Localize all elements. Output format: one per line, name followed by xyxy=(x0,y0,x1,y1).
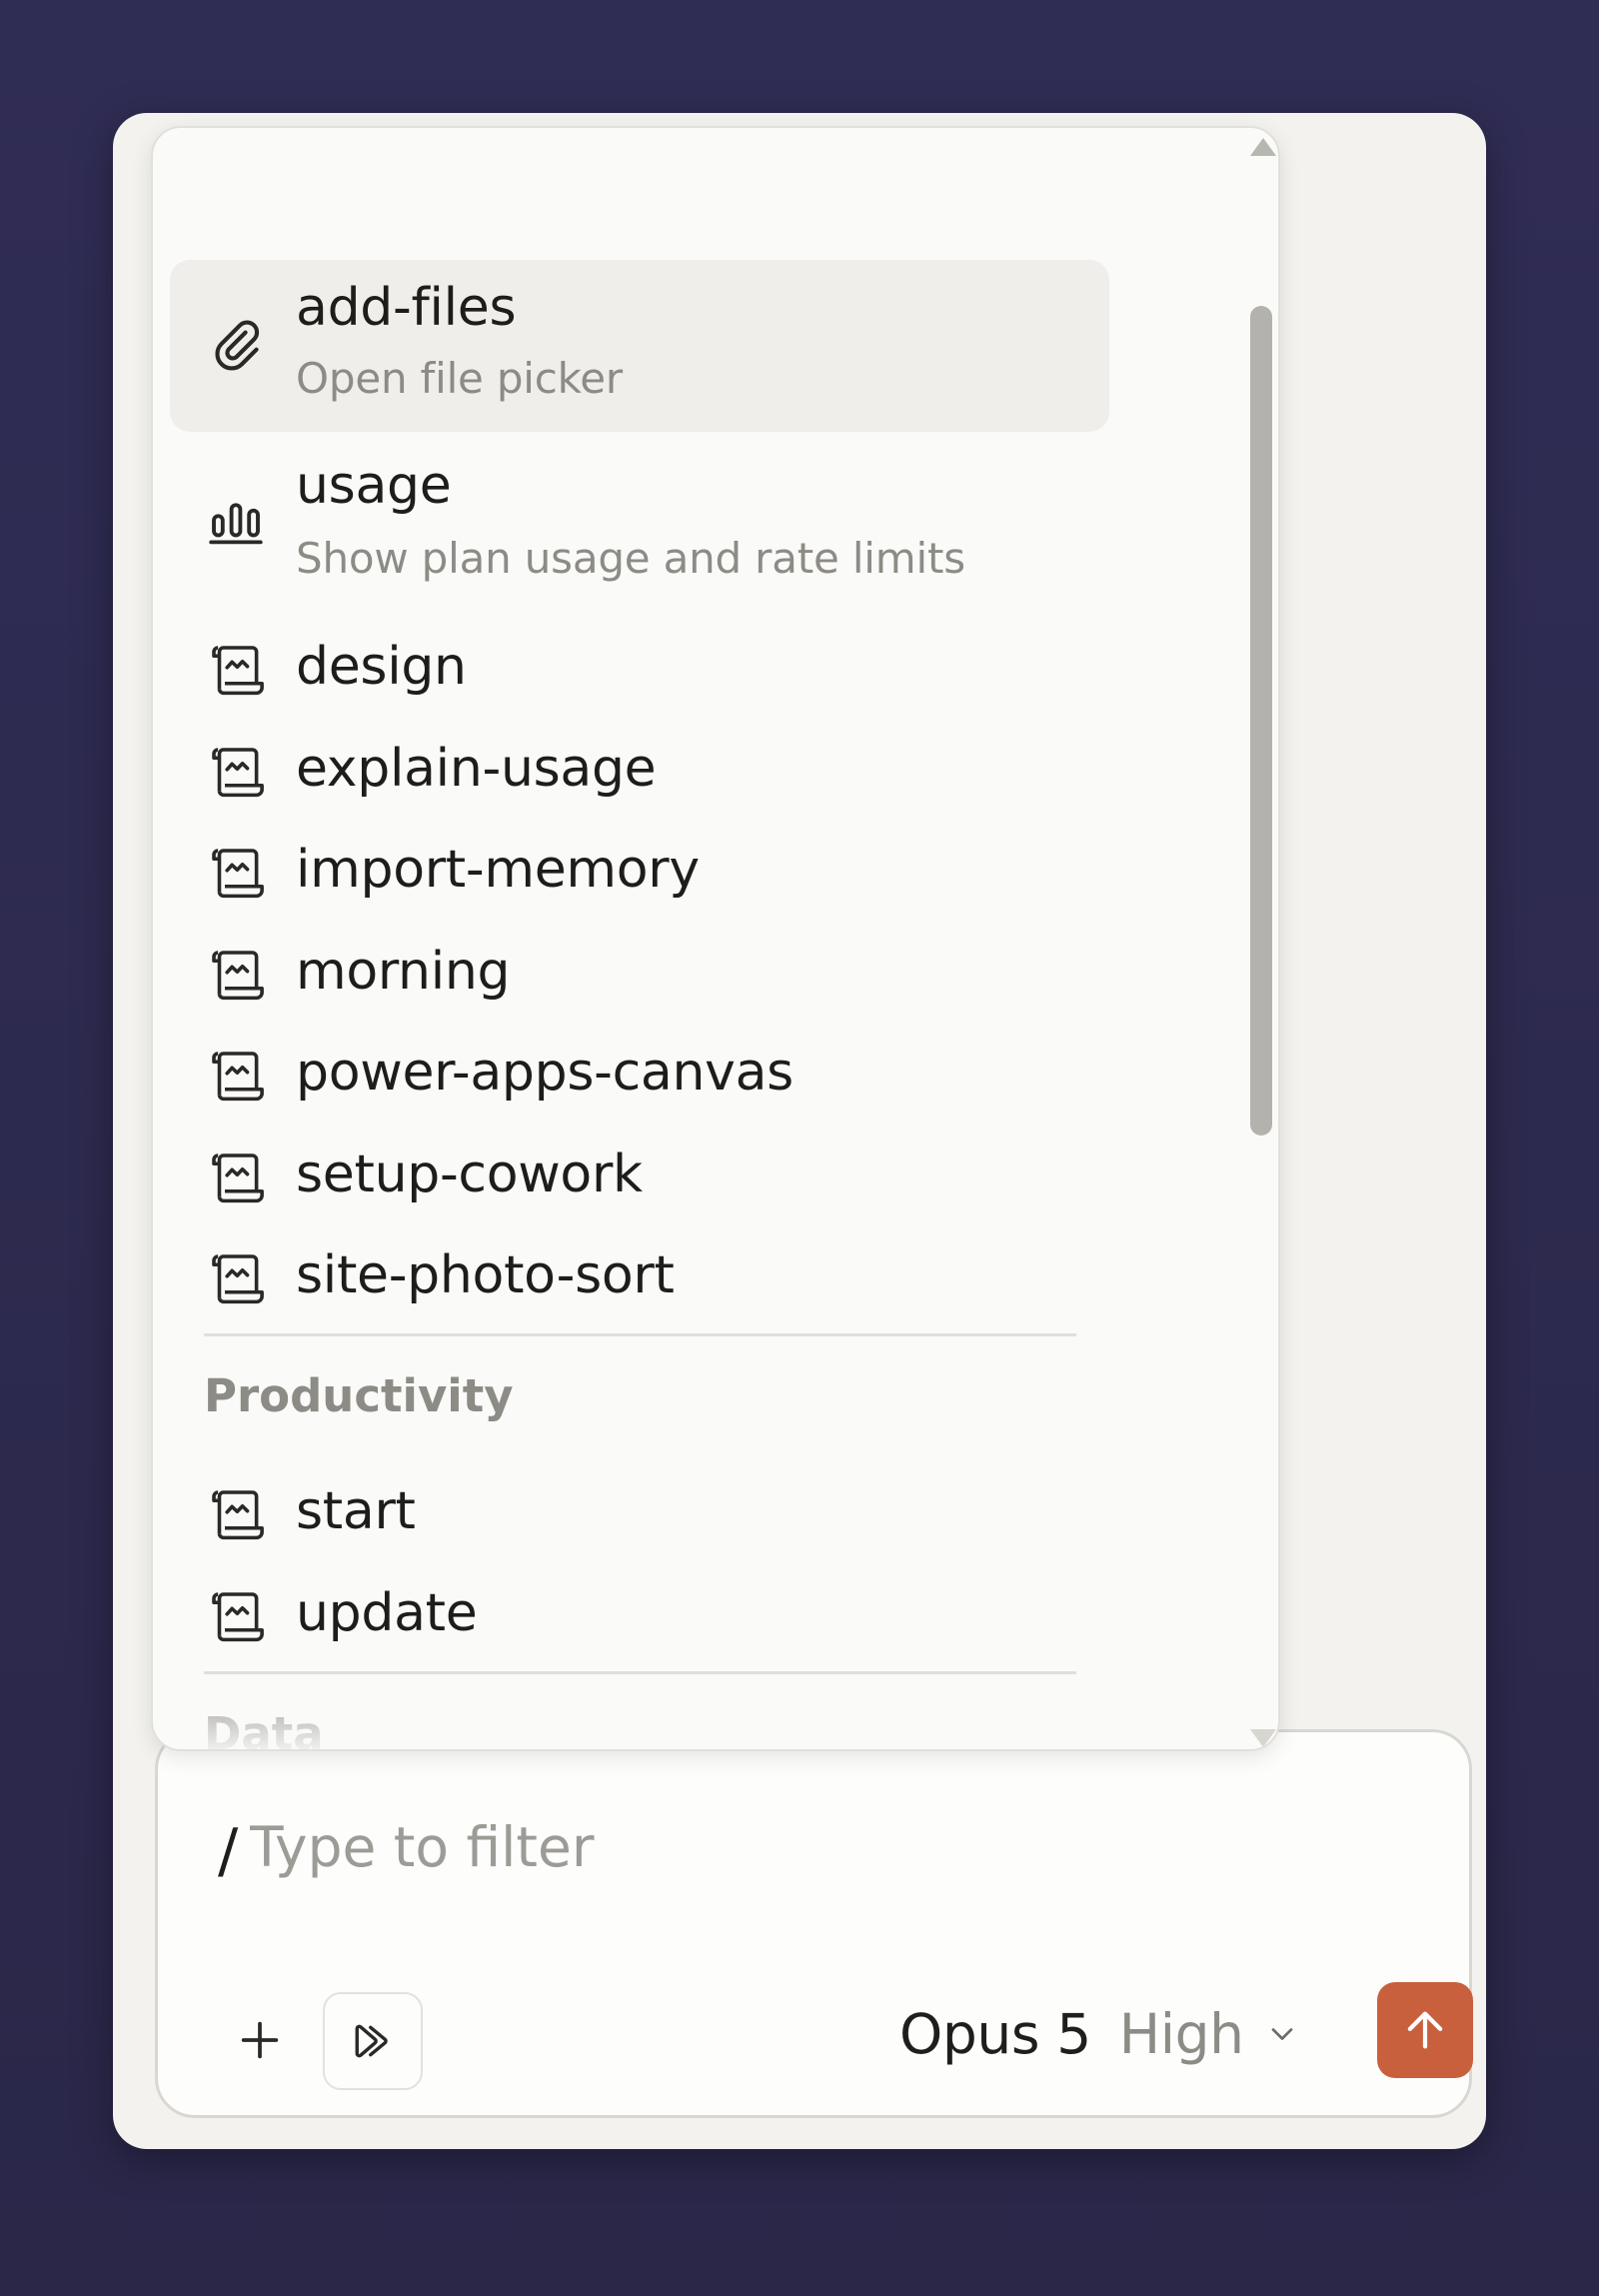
scroll-icon xyxy=(203,840,269,906)
scroll-up-arrow-icon[interactable] xyxy=(1250,138,1276,156)
model-name: Opus 5 xyxy=(899,2002,1091,2066)
menu-item-design[interactable]: design xyxy=(170,623,1109,718)
bar-chart-icon xyxy=(203,486,269,552)
fast-forward-icon xyxy=(355,2024,388,2058)
filter-input[interactable] xyxy=(250,1802,1149,1892)
menu-item-label: design xyxy=(296,637,467,697)
scroll-down-arrow-icon[interactable] xyxy=(1250,1729,1276,1747)
menu-item-description: Show plan usage and rate limits xyxy=(296,534,965,583)
menu-divider xyxy=(204,1333,1076,1336)
scroll-icon xyxy=(203,739,269,805)
arrow-up-icon xyxy=(1407,2011,1443,2049)
menu-item-label: setup-cowork xyxy=(296,1145,643,1204)
chevron-down-icon xyxy=(1271,2028,1292,2040)
menu-item-label: explain-usage xyxy=(296,739,657,799)
plus-icon xyxy=(241,2021,279,2059)
menu-item-label: power-apps-canvas xyxy=(296,1043,794,1103)
menu-item-update[interactable]: update xyxy=(170,1569,1109,1664)
composer: / Opus 5 High xyxy=(155,1729,1473,2118)
effort-level: High xyxy=(1118,2002,1244,2066)
section-title-data: Data xyxy=(204,1707,324,1751)
menu-item-label: add-files xyxy=(296,278,517,338)
scroll-icon xyxy=(203,1583,269,1649)
menu-item-label: usage xyxy=(296,456,452,516)
menu-item-site-photo-sort[interactable]: site-photo-sort xyxy=(170,1231,1109,1326)
command-menu: add-files Open file picker usage Show pl… xyxy=(151,126,1280,1751)
skills-button[interactable] xyxy=(323,1992,423,2090)
model-selector[interactable]: Opus 5 High xyxy=(899,1994,1300,2074)
menu-item-import-memory[interactable]: import-memory xyxy=(170,826,1109,921)
paperclip-icon xyxy=(203,312,269,378)
scroll-icon xyxy=(203,942,269,1008)
menu-item-setup-cowork[interactable]: setup-cowork xyxy=(170,1131,1109,1225)
menu-item-morning[interactable]: morning xyxy=(170,928,1109,1023)
menu-item-label: update xyxy=(296,1583,478,1643)
menu-item-explain-usage[interactable]: explain-usage xyxy=(170,725,1109,820)
menu-scrollbar[interactable] xyxy=(1244,138,1276,1747)
scroll-icon xyxy=(203,1145,269,1210)
scrollbar-thumb[interactable] xyxy=(1250,306,1272,1136)
menu-item-label: morning xyxy=(296,942,511,1002)
add-button[interactable] xyxy=(222,2002,298,2078)
section-title-productivity: Productivity xyxy=(204,1369,514,1422)
menu-item-power-apps-canvas[interactable]: power-apps-canvas xyxy=(170,1029,1109,1124)
scroll-icon xyxy=(203,1043,269,1109)
command-menu-list[interactable]: add-files Open file picker usage Show pl… xyxy=(153,128,1278,1749)
scroll-icon xyxy=(203,1245,269,1311)
menu-item-usage[interactable]: usage Show plan usage and rate limits xyxy=(170,438,1109,610)
menu-item-add-files[interactable]: add-files Open file picker xyxy=(170,260,1109,432)
menu-item-label: start xyxy=(296,1481,416,1541)
menu-item-label: site-photo-sort xyxy=(296,1245,675,1305)
slash-prefix: / xyxy=(218,1816,239,1886)
send-button[interactable] xyxy=(1377,1982,1473,2078)
menu-item-label: import-memory xyxy=(296,840,700,900)
scroll-icon xyxy=(203,637,269,703)
menu-item-start[interactable]: start xyxy=(170,1467,1109,1562)
menu-divider xyxy=(204,1671,1076,1674)
scroll-icon xyxy=(203,1481,269,1547)
menu-item-description: Open file picker xyxy=(296,354,623,403)
app-window: add-files Open file picker usage Show pl… xyxy=(113,113,1486,2149)
